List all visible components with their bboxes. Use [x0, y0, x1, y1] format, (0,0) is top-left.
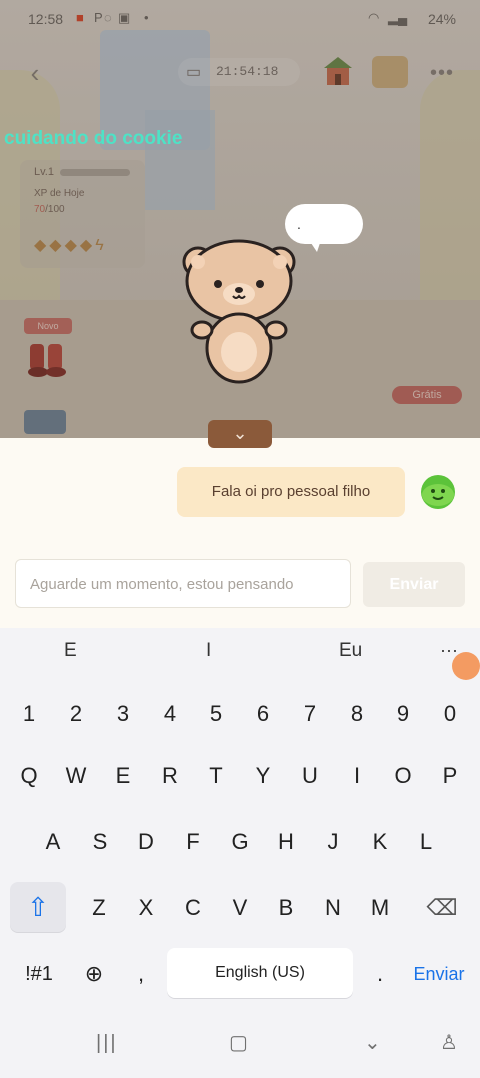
- key-f[interactable]: F: [172, 819, 214, 865]
- key-t[interactable]: T: [195, 753, 237, 799]
- key-w[interactable]: W: [55, 753, 97, 799]
- send-button[interactable]: Enviar: [363, 562, 465, 607]
- symbols-key[interactable]: !#1: [10, 950, 68, 998]
- hide-keyboard-icon[interactable]: ⌄: [364, 1030, 381, 1055]
- backspace-icon[interactable]: ⌫: [414, 884, 470, 932]
- key-b[interactable]: B: [265, 884, 307, 932]
- key-c[interactable]: C: [172, 884, 214, 932]
- shift-icon[interactable]: ⇧: [10, 882, 66, 932]
- comma-key[interactable]: ,: [120, 950, 162, 998]
- space-key[interactable]: English (US): [167, 948, 353, 998]
- key-k[interactable]: K: [359, 819, 401, 865]
- key-p[interactable]: P: [429, 753, 471, 799]
- key-a[interactable]: A: [32, 819, 74, 865]
- activity-label: cuidando do cookie: [4, 128, 183, 149]
- chat-message-bubble: Fala oi pro pessoal filho: [177, 467, 405, 517]
- key-8[interactable]: 8: [336, 692, 378, 736]
- key-7[interactable]: 7: [289, 692, 331, 736]
- key-4[interactable]: 4: [149, 692, 191, 736]
- key-1[interactable]: 1: [8, 692, 50, 736]
- key-9[interactable]: 9: [382, 692, 424, 736]
- collapse-chevron-button[interactable]: ⌄: [208, 420, 272, 448]
- period-key[interactable]: .: [359, 950, 401, 998]
- recent-apps-icon[interactable]: |||: [96, 1032, 118, 1055]
- enter-key[interactable]: Enviar: [406, 950, 472, 998]
- key-n[interactable]: N: [312, 884, 354, 932]
- key-5[interactable]: 5: [195, 692, 237, 736]
- key-d[interactable]: D: [125, 819, 167, 865]
- key-y[interactable]: Y: [242, 753, 284, 799]
- key-o[interactable]: O: [382, 753, 424, 799]
- suggestion-1[interactable]: E: [64, 640, 77, 662]
- key-z[interactable]: Z: [78, 884, 120, 932]
- suggestion-3[interactable]: Eu: [339, 640, 362, 662]
- key-0[interactable]: 0: [429, 692, 471, 736]
- key-r[interactable]: R: [149, 753, 191, 799]
- key-i[interactable]: I: [336, 753, 378, 799]
- key-v[interactable]: V: [219, 884, 261, 932]
- key-6[interactable]: 6: [242, 692, 284, 736]
- screen-recorder-icon[interactable]: [452, 652, 480, 680]
- chat-input[interactable]: Aguarde um momento, estou pensando: [15, 559, 351, 608]
- home-icon[interactable]: ▢: [229, 1030, 248, 1055]
- key-q[interactable]: Q: [8, 753, 50, 799]
- key-2[interactable]: 2: [55, 692, 97, 736]
- suggestion-2[interactable]: I: [206, 640, 211, 662]
- key-u[interactable]: U: [289, 753, 331, 799]
- key-x[interactable]: X: [125, 884, 167, 932]
- key-m[interactable]: M: [359, 884, 401, 932]
- speech-text: .: [297, 216, 301, 232]
- key-3[interactable]: 3: [102, 692, 144, 736]
- key-h[interactable]: H: [265, 819, 307, 865]
- key-s[interactable]: S: [79, 819, 121, 865]
- key-j[interactable]: J: [312, 819, 354, 865]
- user-avatar: [421, 475, 455, 509]
- globe-icon[interactable]: ⊕: [72, 950, 116, 998]
- system-nav-bar: ||| ▢ ⌄ ♙: [0, 1012, 480, 1078]
- speech-tail: [309, 240, 321, 252]
- accessibility-icon[interactable]: ♙: [440, 1030, 458, 1055]
- game-scene: 12:58 ■ P ◌ ▣ • ◠ ▂▄ 24% ‹ ▭ 21:54:18 ••…: [0, 0, 480, 438]
- bear-character[interactable]: [178, 236, 300, 386]
- key-g[interactable]: G: [219, 819, 261, 865]
- key-l[interactable]: L: [405, 819, 447, 865]
- key-e[interactable]: E: [102, 753, 144, 799]
